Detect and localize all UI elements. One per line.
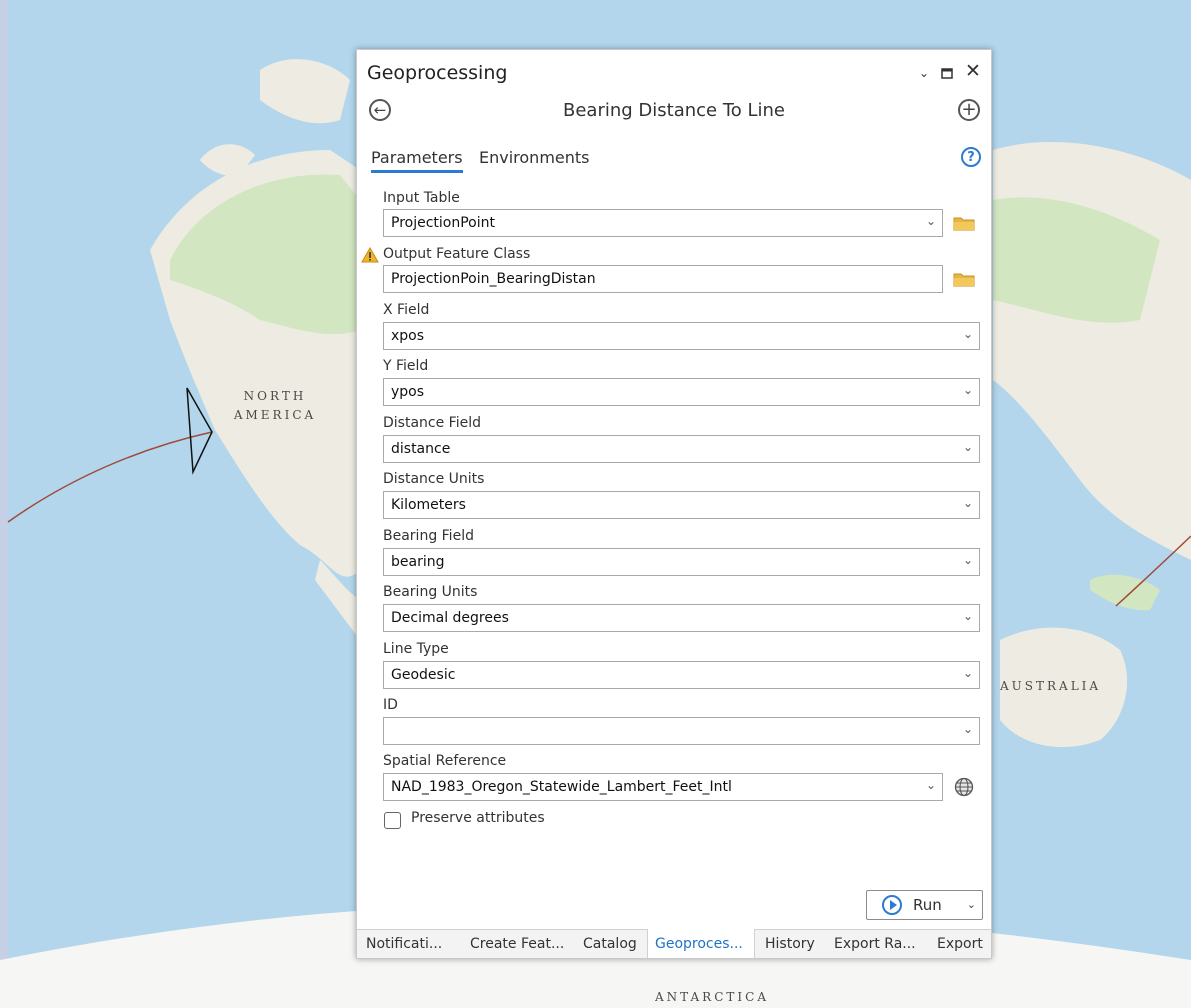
chevron-down-icon[interactable]: ⌄ xyxy=(963,440,973,454)
map-label-line-2: AMERICA xyxy=(233,408,317,422)
geoprocessing-pane: Geoprocessing ⌄ ✕ ← Bearing Distance To … xyxy=(356,49,992,959)
distance-units-label: Distance Units xyxy=(383,471,485,487)
distance-field-select[interactable]: distance ⌄ xyxy=(383,435,980,463)
maximize-icon[interactable] xyxy=(941,64,953,83)
distance-field-value: distance xyxy=(391,441,451,457)
x-field-value: xpos xyxy=(391,328,425,344)
bearing-field-value: bearing xyxy=(391,554,445,570)
add-button[interactable]: + xyxy=(958,99,980,121)
x-field-label: X Field xyxy=(383,302,430,318)
pane-title: Geoprocessing xyxy=(367,62,508,84)
distance-units-value: Kilometers xyxy=(391,497,466,513)
line-type-label: Line Type xyxy=(383,641,449,657)
input-table-label: Input Table xyxy=(383,190,460,206)
map-label-australia: AUSTRALIA xyxy=(1000,679,1102,693)
id-label: ID xyxy=(383,697,398,713)
x-field-select[interactable]: xpos ⌄ xyxy=(383,322,980,350)
y-field-label: Y Field xyxy=(383,358,429,374)
chevron-down-icon[interactable]: ⌄ xyxy=(963,553,973,567)
tab-environments[interactable]: Environments xyxy=(479,148,590,170)
tab-notifications[interactable]: Notificati... xyxy=(366,936,442,952)
id-select[interactable]: ⌄ xyxy=(383,717,980,745)
tab-parameters[interactable]: Parameters xyxy=(371,148,463,173)
tab-create-features[interactable]: Create Feat... xyxy=(470,936,564,952)
output-feature-class-value: ProjectionPoin_BearingDistan xyxy=(391,271,596,287)
bearing-units-label: Bearing Units xyxy=(383,584,478,600)
preserve-attributes-label: Preserve attributes xyxy=(411,810,545,826)
distance-units-select[interactable]: Kilometers ⌄ xyxy=(383,491,980,519)
play-icon xyxy=(882,895,902,915)
close-icon[interactable]: ✕ xyxy=(965,60,981,82)
run-button[interactable]: Run ⌄ xyxy=(866,890,983,920)
bearing-units-value: Decimal degrees xyxy=(391,610,509,626)
run-label: Run xyxy=(913,896,942,914)
folder-icon[interactable] xyxy=(953,215,975,235)
distance-field-label: Distance Field xyxy=(383,415,481,431)
chevron-down-icon[interactable]: ⌄ xyxy=(963,383,973,397)
tab-catalog[interactable]: Catalog xyxy=(583,936,637,952)
output-feature-class-label: Output Feature Class xyxy=(383,246,531,262)
bottom-tab-strip: Notificati... Create Feat... Catalog Geo… xyxy=(357,929,991,958)
tab-export[interactable]: Export xyxy=(937,936,983,952)
chevron-down-icon[interactable]: ⌄ xyxy=(963,666,973,680)
output-feature-class-field[interactable]: ProjectionPoin_BearingDistan xyxy=(383,265,943,293)
input-table-field[interactable]: ProjectionPoint ⌄ xyxy=(383,209,943,237)
chevron-down-icon[interactable]: ⌄ xyxy=(926,214,936,228)
warning-icon xyxy=(361,246,379,267)
tab-geoprocessing[interactable]: Geoproces... xyxy=(655,936,743,952)
chevron-down-icon[interactable]: ⌄ xyxy=(963,722,973,736)
spatial-reference-label: Spatial Reference xyxy=(383,753,507,769)
tab-export-raster[interactable]: Export Ra... xyxy=(834,936,916,952)
tool-title: Bearing Distance To Line xyxy=(562,100,786,121)
tab-history[interactable]: History xyxy=(765,936,815,952)
line-type-select[interactable]: Geodesic ⌄ xyxy=(383,661,980,689)
line-type-value: Geodesic xyxy=(391,667,456,683)
chevron-down-icon[interactable]: ⌄ xyxy=(967,898,976,911)
bearing-units-select[interactable]: Decimal degrees ⌄ xyxy=(383,604,980,632)
map-label-north-america: NORTH AMERICA xyxy=(230,387,320,425)
map-label-line-1: NORTH xyxy=(243,389,307,403)
chevron-down-icon[interactable]: ⌄ xyxy=(919,66,929,80)
spatial-reference-select[interactable]: NAD_1983_Oregon_Statewide_Lambert_Feet_I… xyxy=(383,773,943,801)
help-icon[interactable]: ? xyxy=(961,147,981,167)
bearing-field-label: Bearing Field xyxy=(383,528,474,544)
chevron-down-icon[interactable]: ⌄ xyxy=(963,496,973,510)
map-label-antarctica: ANTARCTICA xyxy=(655,990,769,1004)
chevron-down-icon[interactable]: ⌄ xyxy=(963,609,973,623)
y-field-select[interactable]: ypos ⌄ xyxy=(383,378,980,406)
chevron-down-icon[interactable]: ⌄ xyxy=(926,778,936,792)
preserve-attributes-checkbox[interactable] xyxy=(384,812,401,829)
globe-icon[interactable] xyxy=(954,777,974,801)
chevron-down-icon[interactable]: ⌄ xyxy=(963,327,973,341)
bearing-field-select[interactable]: bearing ⌄ xyxy=(383,548,980,576)
input-table-value: ProjectionPoint xyxy=(391,215,495,231)
y-field-value: ypos xyxy=(391,384,425,400)
spatial-reference-value: NAD_1983_Oregon_Statewide_Lambert_Feet_I… xyxy=(391,779,732,795)
folder-icon[interactable] xyxy=(953,271,975,291)
